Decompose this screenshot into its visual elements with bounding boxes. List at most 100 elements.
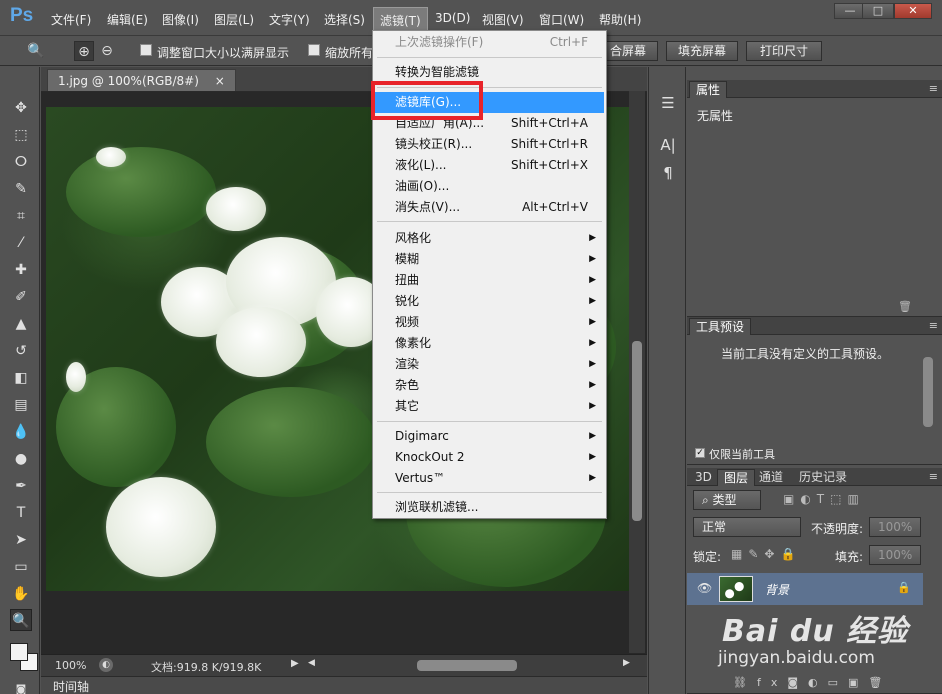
paragraph-panel-icon[interactable]: ¶	[658, 163, 678, 183]
resize-windows-checkbox[interactable]	[140, 44, 152, 56]
tab-3d[interactable]: 3D	[689, 469, 718, 486]
character-panel-icon[interactable]: A|	[658, 135, 678, 155]
menu-item-sharpen[interactable]: 锐化 ▶	[375, 291, 604, 312]
menu-item-video[interactable]: 视频 ▶	[375, 312, 604, 333]
visibility-eye-icon[interactable]: 👁	[697, 581, 712, 595]
baidu-watermark: Bai du 经验 jingyan.baidu.com	[718, 606, 908, 668]
history-brush-icon[interactable]: ↺	[10, 340, 32, 362]
leaf-shape	[206, 387, 376, 497]
zoom-tool-icon[interactable]: 🔍	[26, 41, 46, 61]
path-select-icon[interactable]: ➤	[10, 529, 32, 551]
close-button[interactable]: ✕	[894, 3, 932, 19]
pen-tool-icon[interactable]: ✒	[10, 475, 32, 497]
menu-type[interactable]: 文字(Y)	[269, 11, 310, 28]
menu-select[interactable]: 选择(S)	[324, 11, 365, 28]
menu-item-convert-smart-filters[interactable]: 转换为智能滤镜	[375, 62, 604, 83]
vertical-scrollbar[interactable]	[629, 91, 645, 653]
zoom-tool-selected-icon[interactable]: 🔍	[10, 609, 32, 631]
tab-channels[interactable]: 通道	[753, 469, 789, 486]
crop-tool-icon[interactable]: ⌗	[10, 205, 32, 227]
brush-tool-icon[interactable]: ✐	[10, 286, 32, 308]
scroll-left-arrow-icon[interactable]: ◀	[308, 658, 315, 668]
menu-item-browse-filters-online[interactable]: 浏览联机滤镜...	[375, 497, 604, 518]
healing-brush-icon[interactable]: ✚	[10, 259, 32, 281]
menu-item-distort[interactable]: 扭曲 ▶	[375, 270, 604, 291]
menu-3d[interactable]: 3D(D)	[435, 11, 470, 25]
zoom-level[interactable]: 100%	[55, 659, 86, 672]
layer-row[interactable]: 👁 背景 🔒	[687, 573, 923, 605]
blend-mode-dropdown[interactable]: 正常	[693, 517, 801, 537]
blur-tool-icon[interactable]: 💧	[10, 421, 32, 443]
horizontal-scroll-thumb[interactable]	[417, 660, 517, 671]
panel-menu-icon[interactable]: ≡	[929, 319, 938, 332]
layer-filter-dropdown[interactable]: ⌕ 类型	[693, 490, 761, 510]
fill-screen-button[interactable]: 填充屏幕	[666, 41, 738, 61]
menu-item-digimarc[interactable]: Digimarc ▶	[375, 426, 604, 447]
document-info: 文档:919.8 K/919.8K	[151, 661, 262, 674]
menu-view[interactable]: 视图(V)	[482, 11, 524, 28]
foreground-color-swatch[interactable]	[10, 643, 28, 661]
menu-item-lens-correction[interactable]: 镜头校正(R)... Shift+Ctrl+R	[375, 134, 604, 155]
fill-field[interactable]: 100%	[869, 545, 921, 565]
print-size-button[interactable]: 打印尺寸	[746, 41, 822, 61]
zoom-all-checkbox[interactable]	[308, 44, 320, 56]
hand-tool-icon[interactable]: ✋	[10, 583, 32, 605]
tab-tool-presets[interactable]: 工具预设	[689, 318, 752, 335]
history-panel-icon[interactable]: ☰	[658, 93, 678, 113]
maximize-button[interactable]: □	[862, 3, 894, 19]
scroll-right-arrow-icon[interactable]: ▶	[623, 658, 630, 668]
quick-mask-icon[interactable]: ◙	[10, 679, 32, 694]
dodge-tool-icon[interactable]: ●	[10, 448, 32, 470]
menu-file[interactable]: 文件(F)	[51, 11, 91, 28]
document-tab[interactable]: 1.jpg @ 100%(RGB/8#) ×	[47, 69, 236, 91]
tab-layers[interactable]: 图层	[717, 469, 756, 486]
menu-item-vanishing-point[interactable]: 消失点(V)... Alt+Ctrl+V	[375, 197, 604, 218]
menu-item-render[interactable]: 渲染 ▶	[375, 354, 604, 375]
menu-item-stylize[interactable]: 风格化 ▶	[375, 228, 604, 249]
trash-icon[interactable]: 🗑	[898, 300, 912, 313]
tab-history[interactable]: 历史记录	[793, 469, 853, 486]
shape-tool-icon[interactable]: ▭	[10, 556, 32, 578]
opacity-field[interactable]: 100%	[869, 517, 921, 537]
menu-item-oil-paint[interactable]: 油画(O)...	[375, 176, 604, 197]
lasso-tool-icon[interactable]: ⵔ	[10, 151, 32, 173]
current-tool-only-label: 仅限当前工具	[709, 448, 775, 461]
marquee-tool-icon[interactable]: ⬚	[10, 124, 32, 146]
gradient-tool-icon[interactable]: ▤	[10, 394, 32, 416]
presets-scroll-thumb[interactable]	[923, 357, 933, 427]
menu-item-pixelate[interactable]: 像素化 ▶	[375, 333, 604, 354]
type-tool-icon[interactable]: T	[10, 502, 32, 524]
menu-item-liquify[interactable]: 液化(L)... Shift+Ctrl+X	[375, 155, 604, 176]
menu-item-blur[interactable]: 模糊 ▶	[375, 249, 604, 270]
current-tool-only-checkbox[interactable]: ✓	[695, 448, 705, 458]
tab-properties[interactable]: 属性	[689, 81, 728, 98]
panel-menu-icon[interactable]: ≡	[929, 470, 938, 483]
stamp-tool-icon[interactable]: ▲	[10, 313, 32, 335]
status-menu-arrow-icon[interactable]: ▶	[291, 658, 299, 669]
layer-filter-icons[interactable]: ▣◐T⬚▥	[783, 492, 865, 506]
menu-item-noise[interactable]: 杂色 ▶	[375, 375, 604, 396]
quick-select-icon[interactable]: ✎	[10, 178, 32, 200]
menu-image[interactable]: 图像(I)	[162, 11, 199, 28]
menu-item-other[interactable]: 其它 ▶	[375, 396, 604, 417]
menu-layer[interactable]: 图层(L)	[214, 11, 254, 28]
menu-edit[interactable]: 编辑(E)	[107, 11, 148, 28]
vertical-scroll-thumb[interactable]	[632, 341, 642, 521]
lock-icons[interactable]: ▦✎✥🔒	[731, 547, 801, 561]
eraser-tool-icon[interactable]: ◧	[10, 367, 32, 389]
layer-name[interactable]: 背景	[765, 581, 789, 598]
menu-help[interactable]: 帮助(H)	[599, 11, 641, 28]
document-tab-close-icon[interactable]: ×	[215, 74, 225, 88]
menu-window[interactable]: 窗口(W)	[539, 11, 584, 28]
status-icon[interactable]: ◐	[99, 658, 113, 672]
zoom-out-icon[interactable]: ⊖	[97, 41, 117, 61]
move-tool-icon[interactable]: ✥	[10, 97, 32, 119]
timeline-label[interactable]: 时间轴	[53, 678, 89, 694]
menu-item-knockout[interactable]: KnockOut 2 ▶	[375, 447, 604, 468]
layer-actions-icons[interactable]: ⛓fx◙◐▭▣🗑	[733, 676, 892, 689]
zoom-in-icon[interactable]: ⊕	[74, 41, 94, 61]
fit-screen-button[interactable]: 合屏幕	[598, 41, 658, 61]
eyedropper-icon[interactable]: ⁄	[10, 232, 32, 254]
menu-item-vertus[interactable]: Vertus™ ▶	[375, 468, 604, 489]
panel-menu-icon[interactable]: ≡	[929, 82, 938, 95]
